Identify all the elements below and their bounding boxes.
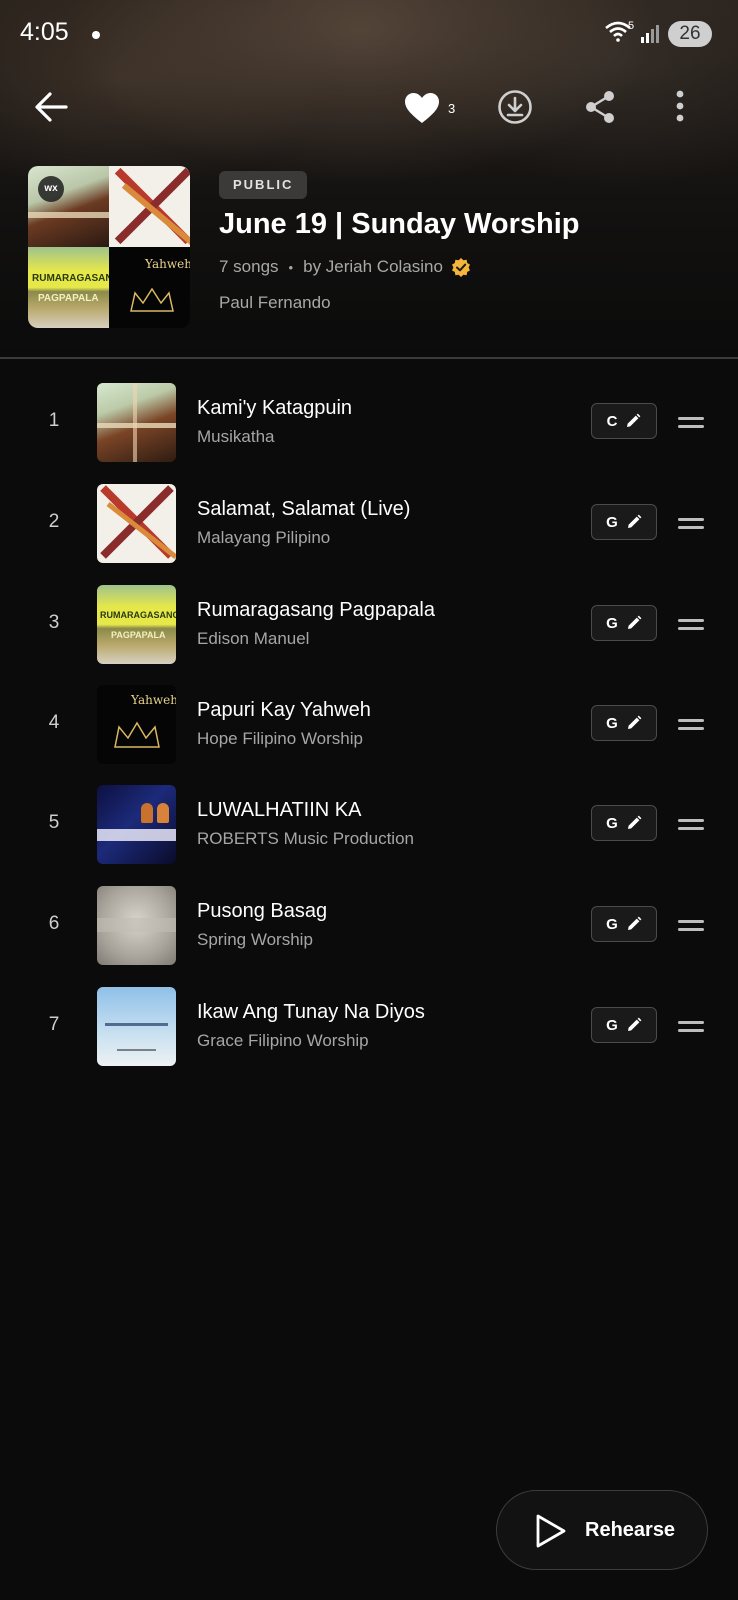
playlist-meta: 7 songs • by Jeriah Colasino [219, 257, 471, 277]
song-title: Salamat, Salamat (Live) [197, 498, 411, 520]
playlist-title: June 19 | Sunday Worship [219, 208, 580, 240]
cover-tile-4: Yahweh [109, 247, 190, 328]
song-artist: Musikatha [197, 427, 275, 446]
more-vertical-icon[interactable] [676, 90, 684, 122]
song-artwork [97, 785, 176, 864]
battery-indicator: 26 [668, 21, 712, 47]
rehearse-button[interactable]: Rehearse [496, 1490, 708, 1570]
pencil-icon [627, 815, 642, 829]
song-key: G [606, 814, 618, 832]
cover-logo: wx [38, 176, 64, 202]
status-bar: 4:05 5 26 [0, 0, 738, 70]
song-row[interactable]: 7 Ikaw Ang Tunay Na Diyos Grace Filipino… [0, 977, 738, 1077]
song-key-button[interactable]: G [591, 705, 657, 741]
song-title: Ikaw Ang Tunay Na Diyos [197, 1001, 425, 1023]
pencil-icon [627, 413, 641, 427]
visibility-badge: PUBLIC [219, 171, 308, 199]
share-icon[interactable] [584, 90, 616, 124]
song-number: 1 [48, 410, 60, 431]
heart-icon[interactable] [404, 92, 440, 124]
cover-tile-2 [109, 166, 190, 247]
song-title: LUWALHATIIN KA [197, 799, 362, 821]
back-arrow-icon[interactable] [32, 88, 70, 126]
song-artist: Spring Worship [197, 930, 313, 949]
pencil-icon [627, 615, 642, 629]
drag-handle-icon[interactable] [678, 818, 704, 832]
song-artwork: RUMARAGASANG PAGPAPALA [97, 585, 176, 664]
song-artwork: Yahweh [97, 685, 176, 764]
song-artist: Grace Filipino Worship [197, 1031, 369, 1050]
cover-tile-1 [28, 166, 109, 247]
pencil-icon [627, 514, 642, 528]
song-artwork [97, 886, 176, 965]
song-number: 6 [48, 913, 60, 934]
song-artwork [97, 383, 176, 462]
song-key: G [606, 614, 618, 632]
song-count: 7 songs [219, 257, 279, 276]
song-title: Pusong Basag [197, 900, 328, 922]
song-key-button[interactable]: G [591, 906, 657, 942]
song-key: G [606, 513, 618, 531]
header-divider [0, 357, 738, 359]
song-key: G [606, 915, 618, 933]
song-artist: ROBERTS Music Production [197, 829, 414, 848]
signal-icon [641, 25, 659, 43]
drag-handle-icon[interactable] [678, 718, 704, 732]
pencil-icon [627, 916, 642, 930]
play-icon [536, 1514, 566, 1548]
song-key-button[interactable]: G [591, 605, 657, 641]
song-key: G [606, 1016, 618, 1034]
wifi-band-label: 5 [628, 20, 635, 32]
song-artwork [97, 987, 176, 1066]
song-artwork [97, 484, 176, 563]
song-key-button[interactable]: G [591, 504, 657, 540]
drag-handle-icon[interactable] [678, 919, 704, 933]
song-row[interactable]: 2 Salamat, Salamat (Live) Malayang Pilip… [0, 474, 738, 574]
playlist-cover: RUMARAGASANG PAGPAPALA Yahweh wx [28, 166, 190, 328]
drag-handle-icon[interactable] [678, 517, 704, 531]
song-number: 7 [48, 1014, 60, 1035]
drag-handle-icon[interactable] [678, 416, 704, 430]
cover-tile-3: RUMARAGASANG PAGPAPALA [28, 247, 120, 328]
song-row[interactable]: 6 Pusong Basag Spring Worship G [0, 876, 738, 976]
song-title: Papuri Kay Yahweh [197, 699, 371, 721]
song-key-button[interactable]: G [591, 805, 657, 841]
drag-handle-icon[interactable] [678, 618, 704, 632]
song-number: 4 [48, 712, 60, 733]
song-key-button[interactable]: G [591, 1007, 657, 1043]
song-title: Kami'y Katagpuin [197, 397, 353, 419]
verified-badge-icon [451, 258, 470, 277]
playlist-collaborator[interactable]: Paul Fernando [219, 293, 331, 313]
drag-handle-icon[interactable] [678, 1020, 704, 1034]
like-count: 3 [448, 101, 456, 116]
song-row[interactable]: 3 RUMARAGASANG PAGPAPALA Rumaragasang Pa… [0, 575, 738, 675]
pencil-icon [627, 715, 642, 729]
song-key: C [606, 412, 618, 430]
song-number: 5 [48, 812, 60, 833]
song-artist: Hope Filipino Worship [197, 729, 363, 748]
download-icon[interactable] [497, 89, 533, 125]
song-number: 2 [48, 511, 60, 532]
meta-separator: • [288, 259, 294, 275]
song-artist: Malayang Pilipino [197, 528, 331, 547]
song-key-button[interactable]: C [591, 403, 657, 439]
song-number: 3 [48, 612, 60, 633]
rehearse-label: Rehearse [585, 1519, 676, 1541]
song-row[interactable]: 1 Kami'y Katagpuin Musikatha C [0, 373, 738, 473]
song-title: Rumaragasang Pagpapala [197, 599, 435, 621]
notification-dot-icon [92, 31, 100, 39]
song-row[interactable]: 4 Yahweh Papuri Kay Yahweh Hope Filipino… [0, 675, 738, 775]
song-key: G [606, 714, 618, 732]
status-time: 4:05 [20, 18, 69, 46]
song-artist: Edison Manuel [197, 629, 310, 648]
playlist-author[interactable]: by Jeriah Colasino [303, 257, 443, 277]
song-row[interactable]: 5 LUWALHATIIN KA ROBERTS Music Productio… [0, 775, 738, 875]
pencil-icon [627, 1017, 642, 1031]
